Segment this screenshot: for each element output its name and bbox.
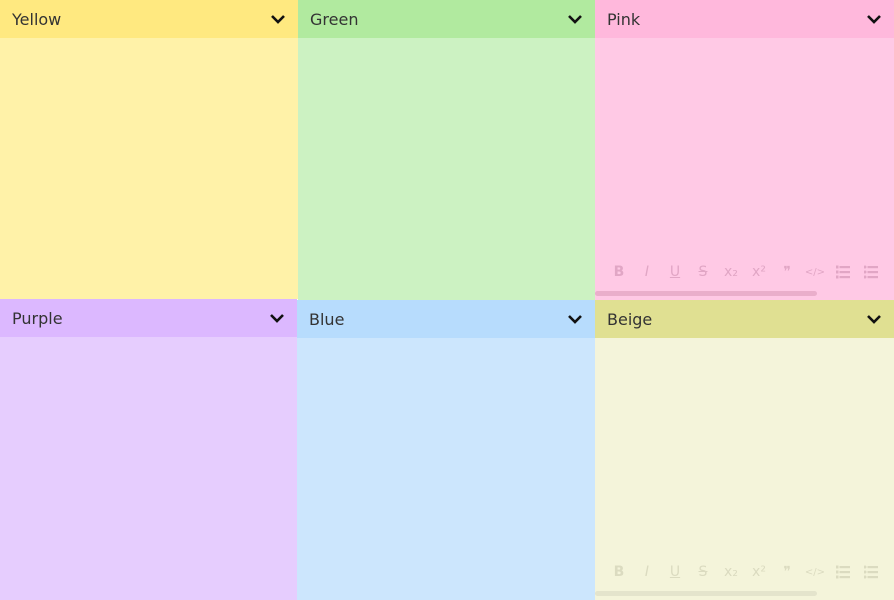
chevron-down-icon[interactable] xyxy=(866,11,882,27)
italic-button[interactable]: I xyxy=(633,562,661,582)
formatting-toolbar: B I U S x₂ x² ❞ </> xyxy=(605,562,885,582)
note-yellow[interactable]: Yellow xyxy=(0,0,298,299)
underline-button[interactable]: U xyxy=(661,262,689,282)
horizontal-scrollbar[interactable] xyxy=(595,591,817,596)
note-title: Purple xyxy=(12,308,63,328)
note-body[interactable]: B I U S x₂ x² ❞ </> xyxy=(595,38,894,300)
note-body[interactable] xyxy=(297,338,595,600)
superscript-button[interactable]: x² xyxy=(745,562,773,582)
superscript-button[interactable]: x² xyxy=(745,262,773,282)
bullet-list-icon[interactable] xyxy=(857,262,885,282)
code-button[interactable]: </> xyxy=(801,262,829,282)
chevron-down-icon[interactable] xyxy=(269,310,285,326)
note-header: Beige xyxy=(595,300,894,338)
note-green[interactable]: Green xyxy=(298,0,595,300)
code-button[interactable]: </> xyxy=(801,562,829,582)
note-header: Green xyxy=(298,0,595,38)
bold-button[interactable]: B xyxy=(605,262,633,282)
note-header: Blue xyxy=(297,300,595,338)
note-title: Blue xyxy=(309,309,345,329)
strikethrough-button[interactable]: S xyxy=(689,562,717,582)
note-body[interactable] xyxy=(298,38,595,300)
note-pink[interactable]: Pink B I U S x₂ x² ❞ </> xyxy=(595,0,894,300)
subscript-button[interactable]: x₂ xyxy=(717,562,745,582)
note-purple[interactable]: Purple xyxy=(0,299,297,600)
quote-button[interactable]: ❞ xyxy=(773,562,801,582)
bold-button[interactable]: B xyxy=(605,562,633,582)
underline-button[interactable]: U xyxy=(661,562,689,582)
note-title: Pink xyxy=(607,9,641,29)
quote-button[interactable]: ❞ xyxy=(773,262,801,282)
note-beige[interactable]: Beige B I U S x₂ x² ❞ </> xyxy=(595,300,894,600)
numbered-list-icon[interactable] xyxy=(829,562,857,582)
chevron-down-icon[interactable] xyxy=(567,11,583,27)
note-title: Yellow xyxy=(12,9,62,29)
chevron-down-icon[interactable] xyxy=(866,311,882,327)
note-body[interactable] xyxy=(0,38,298,299)
chevron-down-icon[interactable] xyxy=(567,311,583,327)
note-body[interactable]: B I U S x₂ x² ❞ </> xyxy=(595,338,894,600)
note-blue[interactable]: Blue xyxy=(297,300,595,600)
note-body[interactable] xyxy=(0,337,297,600)
chevron-down-icon[interactable] xyxy=(270,11,286,27)
formatting-toolbar: B I U S x₂ x² ❞ </> xyxy=(605,262,885,282)
horizontal-scrollbar[interactable] xyxy=(595,291,817,296)
note-title: Green xyxy=(310,9,359,29)
strikethrough-button[interactable]: S xyxy=(689,262,717,282)
note-header: Yellow xyxy=(0,0,298,38)
bullet-list-icon[interactable] xyxy=(857,562,885,582)
italic-button[interactable]: I xyxy=(633,262,661,282)
subscript-button[interactable]: x₂ xyxy=(717,262,745,282)
note-header: Purple xyxy=(0,299,297,337)
note-header: Pink xyxy=(595,0,894,38)
note-title: Beige xyxy=(607,309,653,329)
numbered-list-icon[interactable] xyxy=(829,262,857,282)
